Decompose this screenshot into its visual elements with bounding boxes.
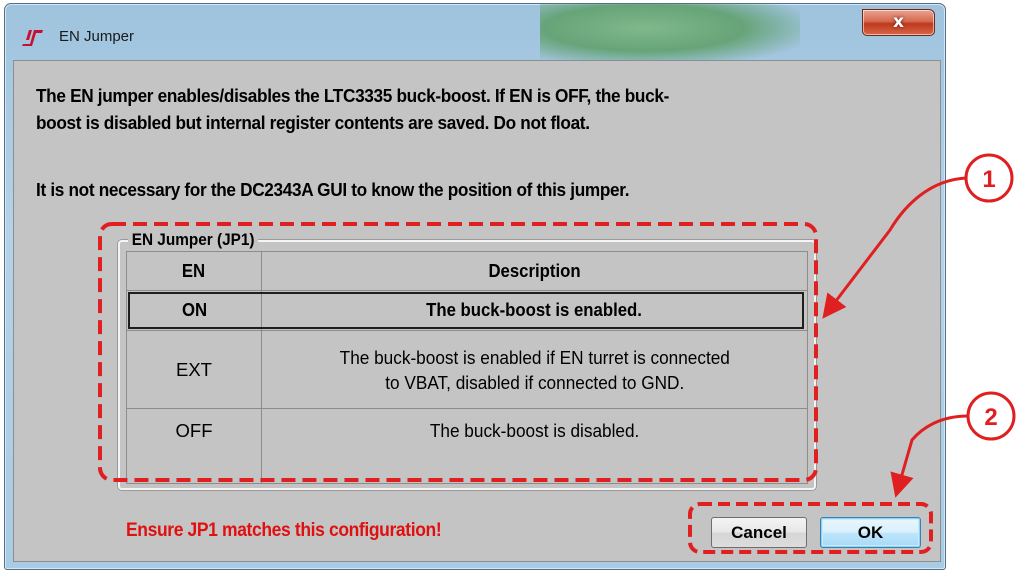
message-line-3: It is not necessary for the DC2343A GUI … [36, 179, 630, 200]
jumper-groupbox: EN Jumper (JP1) EN Description ON The bu… [118, 231, 816, 490]
warning-text: Ensure JP1 matches this configuration! [126, 520, 442, 541]
window-title: EN Jumper [59, 28, 135, 45]
callout-2-circle [966, 391, 1016, 441]
jumper-table: EN Description ON The buck-boost is enab… [126, 251, 808, 484]
dialog-window: EN Jumper x The EN jumper enables/disabl… [4, 3, 946, 570]
cancel-button[interactable]: Cancel [711, 517, 807, 548]
linear-technology-logo-icon [22, 30, 43, 46]
table-row-on-en[interactable]: ON [127, 292, 261, 329]
callout-1-label: 1 [982, 166, 995, 193]
close-button[interactable]: x [862, 9, 935, 36]
callout-1-circle [964, 153, 1014, 203]
table-header-description: Description [488, 260, 581, 281]
table-row-off-en[interactable]: OFF [127, 409, 261, 451]
ok-button[interactable]: OK [820, 517, 921, 548]
title-bar[interactable]: EN Jumper x [5, 4, 945, 60]
dialog-content: The EN jumper enables/disables the LTC33… [13, 60, 941, 562]
table-header-en: EN [182, 260, 206, 281]
groupbox-title: EN Jumper (JP1) [128, 231, 259, 250]
table-row-off-desc[interactable]: The buck-boost is disabled. [262, 409, 807, 451]
table-row-ext-en[interactable]: EXT [127, 331, 261, 408]
message-line-1: The EN jumper enables/disables the LTC33… [36, 85, 670, 106]
callout-2-label: 2 [984, 404, 997, 431]
table-row-on-desc[interactable]: The buck-boost is enabled. [262, 292, 807, 329]
table-row-ext-desc[interactable]: The buck-boost is enabled if EN turret i… [262, 331, 807, 408]
message-line-2: boost is disabled but internal register … [36, 112, 590, 133]
